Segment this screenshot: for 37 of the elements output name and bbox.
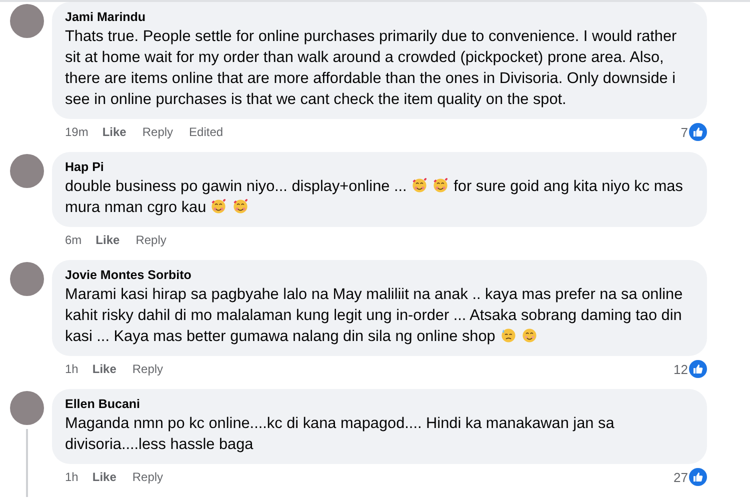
smiling-face-with-hearts-icon: [232, 198, 249, 215]
avatar-photo[interactable]: [10, 262, 44, 296]
smiling-face-with-hearts-icon: [411, 177, 428, 194]
like-link[interactable]: Like: [92, 362, 116, 376]
avatar-photo[interactable]: [10, 154, 44, 188]
reply-link[interactable]: Reply: [136, 233, 166, 247]
timestamp[interactable]: 1h: [65, 470, 78, 484]
smiling-face-icon: [520, 327, 538, 344]
like-link[interactable]: Like: [92, 470, 116, 484]
smiling-face-with-hearts-icon: [432, 177, 450, 194]
sweating-face-icon: [500, 327, 517, 344]
author-name[interactable]: Jami Marindu: [65, 9, 694, 26]
thumbs-up-icon: [689, 123, 707, 141]
author-name[interactable]: Ellen Bucani: [65, 396, 694, 413]
comment-text: double business po gawin niyo... display+online ... for sure goid ang kita niyo kc mas mura nman cgro kau: [65, 176, 684, 218]
reply-link[interactable]: Reply: [132, 470, 164, 484]
timestamp[interactable]: 19m: [65, 125, 88, 139]
comment-text: Marami kasi hirap sa pagbyahe lalo na May maliliit na anak .. kaya mas prefer na sa online kahit risky dahil di mo malalaman kung legit ung in-order ... Atsaka sobrang daming tao din kasi ... Kaya mas better gumawa nalang din sila ng online shop: [65, 285, 684, 347]
like-link[interactable]: Like: [96, 233, 120, 247]
reply-link[interactable]: Reply: [132, 362, 164, 376]
like-link[interactable]: Like: [102, 125, 126, 139]
avatar-photo[interactable]: [10, 391, 44, 425]
timestamp[interactable]: 6m: [65, 233, 82, 247]
timestamp[interactable]: 1h: [65, 362, 78, 376]
reaction-count[interactable]: 12: [674, 362, 688, 376]
reaction-count[interactable]: 27: [674, 470, 688, 484]
author-name[interactable]: Jovie Montes Sorbito: [65, 267, 694, 284]
reply-link[interactable]: Reply: [142, 125, 174, 139]
thumbs-up-icon: [689, 360, 707, 378]
author-name[interactable]: Hap Pi: [65, 159, 694, 176]
reaction-count[interactable]: 7: [680, 124, 688, 140]
comment-text: Thats true. People settle for online purchases primarily due to convenience. I would rather sit at home wait for my order than walk around a crowded (pickpocket) prone area. Also, there are items online that are more affordable than the ones in Divisoria. Only downside i see in online purchases is that we cant check the item quality on the spot.: [65, 27, 678, 110]
edited-label: Edited: [189, 125, 224, 139]
avatar-photo[interactable]: [10, 4, 44, 38]
thumbs-up-icon: [689, 468, 707, 486]
comment-text: Maganda nmn po kc online....kc di kana mapagod.... Hindi ka manakawan jan sa divisoria....less hassle baga: [65, 414, 616, 455]
smiling-face-with-hearts-icon: [210, 198, 228, 215]
